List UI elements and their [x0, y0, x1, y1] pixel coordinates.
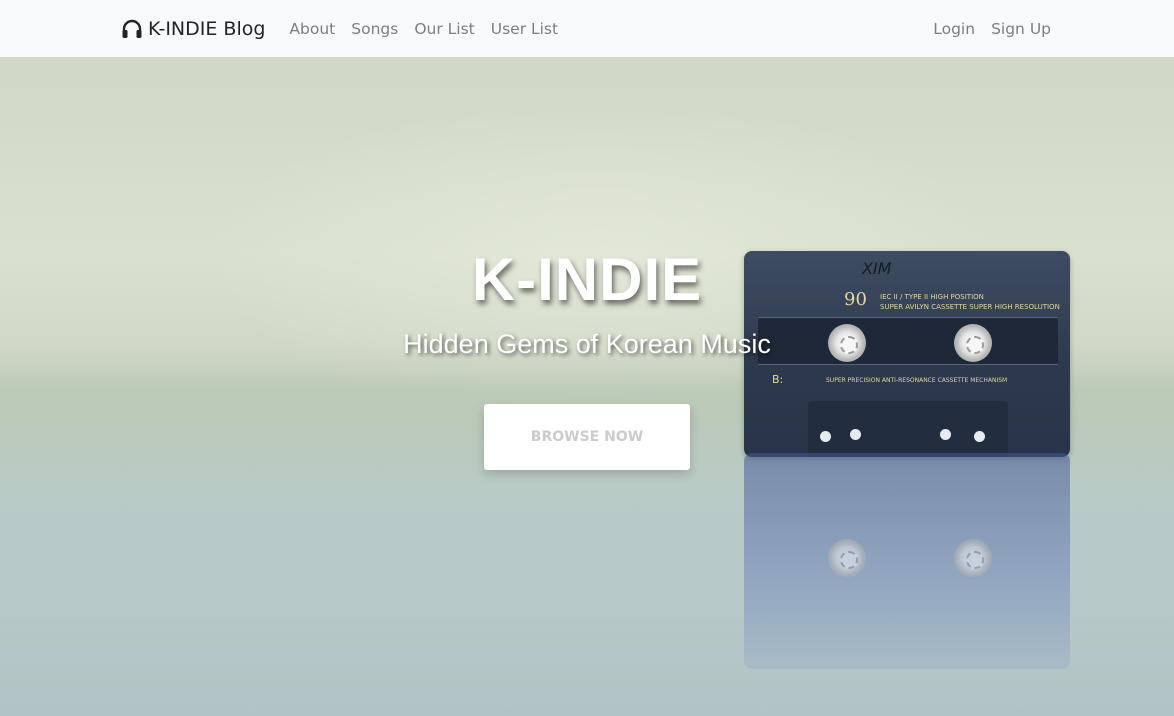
reflection-reel-left	[828, 539, 866, 577]
nav-link-our-list[interactable]: Our List	[406, 20, 482, 38]
cassette-hole	[940, 429, 951, 440]
cassette-reflection	[744, 453, 1070, 669]
navbar-left: K-INDIE Blog About Songs Our List User L…	[121, 18, 566, 40]
cassette-hole	[820, 431, 831, 442]
nav-link-user-list[interactable]: User List	[483, 20, 566, 38]
brand-label: K-INDIE Blog	[148, 17, 266, 40]
cassette-hole	[974, 431, 985, 442]
hero-subtitle: Hidden Gems of Korean Music	[403, 329, 771, 359]
nav-link-about[interactable]: About	[281, 20, 343, 38]
cassette-bottom	[808, 401, 1008, 457]
brand-link[interactable]: K-INDIE Blog	[121, 18, 265, 40]
nav-link-songs[interactable]: Songs	[343, 20, 406, 38]
reflection-reel-right	[954, 539, 992, 577]
browse-now-button[interactable]: BROWSE NOW	[484, 404, 690, 470]
navbar: K-INDIE Blog About Songs Our List User L…	[0, 0, 1174, 57]
headphones-icon	[121, 19, 143, 39]
hero-title: K-INDIE	[471, 246, 703, 313]
navbar-right: Login Sign Up	[925, 20, 1051, 38]
nav-link-signup[interactable]: Sign Up	[983, 20, 1051, 38]
hero-section: XIM 90 IEC II / TYPE II HIGH POSITION SU…	[0, 57, 1174, 716]
cassette-mechanism: SUPER PRECISION ANTI-RESONANCE CASSETTE …	[826, 377, 1008, 384]
nav-link-login[interactable]: Login	[925, 20, 983, 38]
cassette-hole	[850, 429, 861, 440]
cassette-side: B:	[772, 373, 784, 386]
navbar-inner: K-INDIE Blog About Songs Our List User L…	[121, 18, 1051, 40]
